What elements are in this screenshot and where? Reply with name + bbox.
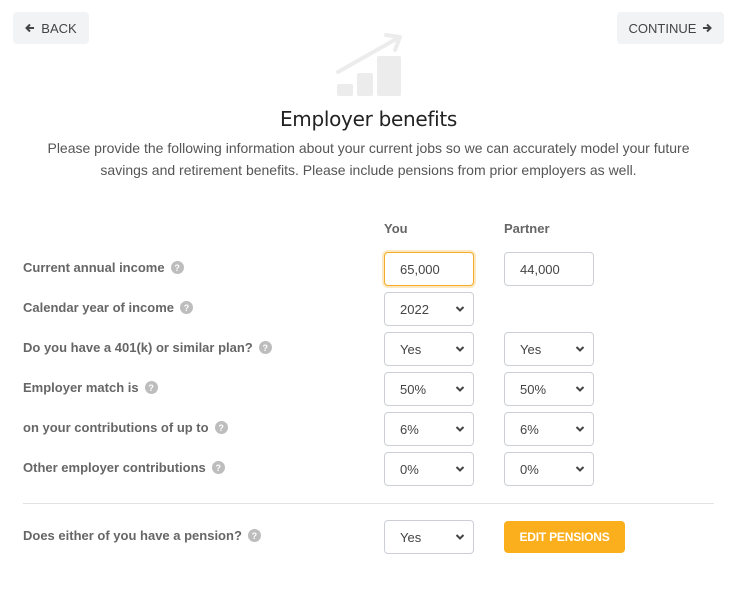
help-icon[interactable]: ? <box>214 421 228 434</box>
growth-chart-icon <box>336 33 402 96</box>
chevron-down-icon <box>455 306 465 312</box>
help-icon[interactable]: ? <box>211 461 225 474</box>
calendar-year-you-select[interactable]: 2022 <box>384 292 474 326</box>
edit-pensions-button[interactable]: EDIT PENSIONS <box>504 521 625 553</box>
column-header-you: You <box>384 221 408 236</box>
continue-label: CONTINUE <box>628 20 697 36</box>
help-icon[interactable]: ? <box>170 261 184 274</box>
help-icon[interactable]: ? <box>247 529 261 542</box>
contribution-limit-you-select[interactable]: 6% <box>384 412 474 446</box>
back-label: BACK <box>41 20 77 36</box>
pension-select[interactable]: Yes <box>384 520 474 554</box>
label-other-employer-contributions: Other employer contributions ? <box>23 460 225 475</box>
label-contributions-up-to: on your contributions of up to ? <box>23 420 228 435</box>
column-header-partner: Partner <box>504 221 550 236</box>
arrow-left-icon <box>25 23 35 33</box>
other-contributions-you-select[interactable]: 0% <box>384 452 474 486</box>
label-current-annual-income: Current annual income ? <box>23 260 184 275</box>
arrow-right-icon <box>703 23 713 33</box>
chevron-down-icon <box>575 426 585 432</box>
employer-match-you-select[interactable]: 50% <box>384 372 474 406</box>
back-button[interactable]: BACK <box>13 12 89 44</box>
page-title: Employer benefits <box>279 107 458 131</box>
section-divider <box>23 503 714 504</box>
chevron-down-icon <box>455 386 465 392</box>
other-contributions-partner-select[interactable]: 0% <box>504 452 594 486</box>
contribution-limit-partner-select[interactable]: 6% <box>504 412 594 446</box>
label-pension: Does either of you have a pension? ? <box>23 528 261 543</box>
income-you-input[interactable]: 65,000 <box>384 252 474 286</box>
label-401k-plan: Do you have a 401(k) or similar plan? ? <box>23 340 272 355</box>
chevron-down-icon <box>575 386 585 392</box>
help-icon[interactable]: ? <box>180 301 193 314</box>
401k-you-select[interactable]: Yes <box>384 332 474 366</box>
401k-partner-select[interactable]: Yes <box>504 332 594 366</box>
page-description: Please provide the following information… <box>47 140 690 178</box>
chevron-down-icon <box>455 466 465 472</box>
chevron-down-icon <box>455 346 465 352</box>
chevron-down-icon <box>575 466 585 472</box>
employer-match-partner-select[interactable]: 50% <box>504 372 594 406</box>
label-calendar-year: Calendar year of income ? <box>23 300 193 315</box>
help-icon[interactable]: ? <box>258 341 272 354</box>
help-icon[interactable]: ? <box>144 381 158 394</box>
chevron-down-icon <box>455 426 465 432</box>
label-employer-match: Employer match is ? <box>23 380 158 395</box>
chevron-down-icon <box>455 534 465 540</box>
income-partner-input[interactable]: 44,000 <box>504 252 594 286</box>
chevron-down-icon <box>575 346 585 352</box>
continue-button[interactable]: CONTINUE <box>617 12 724 44</box>
